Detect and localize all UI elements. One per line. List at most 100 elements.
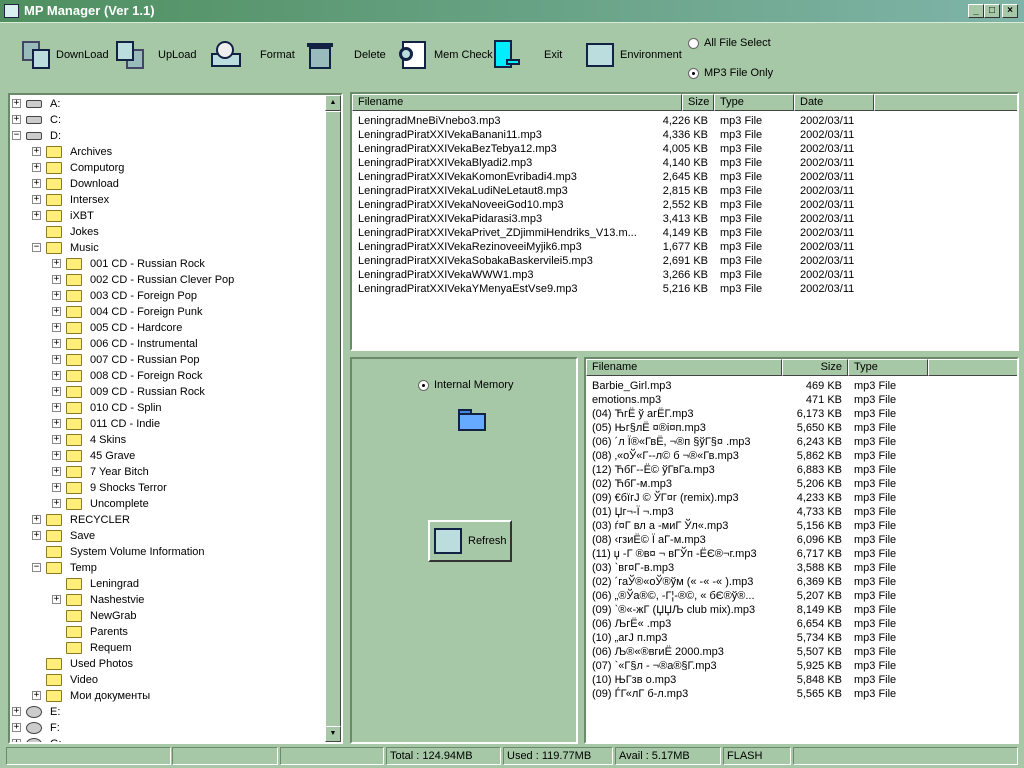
environment-button[interactable]: Environment: [584, 37, 682, 73]
tree-item[interactable]: +005 CD - Hardcore: [10, 320, 325, 336]
expand-icon[interactable]: +: [52, 403, 61, 412]
pc-file-list[interactable]: Filename Size Type Date LeningradMneBiVn…: [350, 92, 1019, 351]
tree-item[interactable]: NewGrab: [10, 608, 325, 624]
expand-icon[interactable]: +: [52, 259, 61, 268]
header-type[interactable]: Type: [848, 359, 928, 376]
file-row[interactable]: (08) ‹гзиЁ© Ї аГ-м.mp3 6,096 KB mp3 File: [586, 533, 1016, 547]
file-row[interactable]: (12) ЋбГ--Ё© ўГвГа.mp3 6,883 KB mp3 File: [586, 463, 1016, 477]
file-row[interactable]: LeningradPiratXXIVekaBezTebya12.mp3 4,005…: [352, 142, 1012, 156]
download-button[interactable]: DownLoad: [20, 37, 109, 73]
file-row[interactable]: (07) `«Г§л - ¬®а®§Г.mp3 5,925 KB mp3 File: [586, 659, 1016, 673]
exit-button[interactable]: Exit: [492, 37, 562, 73]
file-row[interactable]: (06) „®Ўа®©, -Г¦-®©, « бЄ®ў®... 5,207 KB m…: [586, 589, 1016, 603]
file-row[interactable]: LeningradPiratXXIVekaPidarasi3.mp3 3,413 …: [352, 212, 1012, 226]
mp3-file-only-radio[interactable]: MP3 File Only: [688, 67, 773, 79]
tree-item[interactable]: +006 CD - Instrumental: [10, 336, 325, 352]
expand-icon[interactable]: +: [12, 99, 21, 108]
file-row[interactable]: (01) Џг¬-Ї ¬.mp3 4,733 KB mp3 File: [586, 505, 1016, 519]
tree-item[interactable]: + G:: [10, 736, 325, 742]
file-row[interactable]: LeningradPiratXXIVekaYMenyaEstVse9.mp3 5,…: [352, 282, 1012, 296]
file-row[interactable]: (05) Њг§лЁ ¤®і¤п.mp3 5,650 KB mp3 File: [586, 421, 1016, 435]
expand-icon[interactable]: +: [52, 355, 61, 364]
tree-item[interactable]: + Мои документы: [10, 688, 325, 704]
expand-icon[interactable]: +: [52, 451, 61, 460]
upload-button[interactable]: UpLoad: [114, 37, 197, 73]
expand-icon[interactable]: +: [32, 515, 41, 524]
tree-item[interactable]: + iXBT: [10, 208, 325, 224]
tree-item[interactable]: + Intersex: [10, 192, 325, 208]
file-row[interactable]: LeningradPiratXXIVekaLudiNeLetaut8.mp3 2,…: [352, 184, 1012, 198]
format-button[interactable]: Format: [210, 37, 295, 73]
file-row[interactable]: LeningradPiratXXIVekaWWW1.mp3 3,266 KB mp3…: [352, 268, 1012, 282]
file-row[interactable]: (03) ѓ¤Г вл а -миГ Ўл«.mp3 5,156 KB mp3 Fi…: [586, 519, 1016, 533]
file-row[interactable]: (09) ЃГ«лГ б-л.mp3 5,565 KB mp3 File: [586, 687, 1016, 701]
header-date[interactable]: Date: [794, 94, 874, 111]
tree-item[interactable]: − Temp: [10, 560, 325, 576]
folder-tree[interactable]: + A: + C: − D: + Archives + Computorg + Download + In…: [8, 93, 343, 744]
tree-item[interactable]: + Download: [10, 176, 325, 192]
file-row[interactable]: LeningradPiratXXIVekaKomonEvribadi4.mp3 2…: [352, 170, 1012, 184]
expand-icon[interactable]: +: [52, 595, 61, 604]
tree-item[interactable]: +008 CD - Foreign Rock: [10, 368, 325, 384]
scroll-up-button[interactable]: ▲: [325, 95, 341, 111]
file-row[interactable]: (10) ЊГзв о.mp3 5,848 KB mp3 File: [586, 673, 1016, 687]
tree-item[interactable]: + Save: [10, 528, 325, 544]
file-row[interactable]: (11) џ -Г ®в¤ ¬ вГЎп -ЁЄ®¬г.mp3 6,717 KB m…: [586, 547, 1016, 561]
expand-icon[interactable]: +: [12, 707, 21, 716]
tree-item[interactable]: Requem: [10, 640, 325, 656]
scroll-down-button[interactable]: ▼: [325, 726, 341, 742]
tree-item[interactable]: Jokes: [10, 224, 325, 240]
tree-item[interactable]: +010 CD - Splin: [10, 400, 325, 416]
close-button[interactable]: ×: [1002, 4, 1018, 18]
file-row[interactable]: LeningradPiratXXIVekaNoveeiGod10.mp3 2,55…: [352, 198, 1012, 212]
tree-item[interactable]: System Volume Information: [10, 544, 325, 560]
expand-icon[interactable]: +: [52, 307, 61, 316]
file-row[interactable]: (02) ´гаЎ®«оЎ®ўм (« -« -« ).mp3 6,369 KB m…: [586, 575, 1016, 589]
header-type[interactable]: Type: [714, 94, 794, 111]
file-row[interactable]: (09) `®«-жГ (ЏЏЉ club mix).mp3 8,149 KB mp…: [586, 603, 1016, 617]
tree-item[interactable]: + C:: [10, 112, 325, 128]
expand-icon[interactable]: +: [32, 691, 41, 700]
tree-item[interactable]: +003 CD - Foreign Pop: [10, 288, 325, 304]
expand-icon[interactable]: +: [32, 163, 41, 172]
file-row[interactable]: LeningradMneBiVnebo3.mp3 4,226 KB mp3 File…: [352, 114, 1012, 128]
tree-item[interactable]: − Music: [10, 240, 325, 256]
file-row[interactable]: LeningradPiratXXIVekaSobakaBaskervilei5.…: [352, 254, 1012, 268]
collapse-icon[interactable]: −: [12, 131, 21, 140]
expand-icon[interactable]: +: [52, 323, 61, 332]
tree-item[interactable]: + Archives: [10, 144, 325, 160]
internal-memory-radio[interactable]: Internal Memory: [418, 379, 513, 391]
file-row[interactable]: (10) „агЈ п.mp3 5,734 KB mp3 File: [586, 631, 1016, 645]
file-row[interactable]: LeningradPiratXXIVekaRezinoveeiMyjik6.mp…: [352, 240, 1012, 254]
tree-item[interactable]: + Nashestvie: [10, 592, 325, 608]
tree-item[interactable]: Video: [10, 672, 325, 688]
expand-icon[interactable]: +: [32, 211, 41, 220]
tree-item[interactable]: +011 CD - Indie: [10, 416, 325, 432]
expand-icon[interactable]: +: [32, 531, 41, 540]
expand-icon[interactable]: +: [52, 339, 61, 348]
file-row[interactable]: (06) ЉгЁ« .mp3 6,654 KB mp3 File: [586, 617, 1016, 631]
file-row[interactable]: Barbie_Girl.mp3 469 KB mp3 File: [586, 379, 1016, 393]
delete-button[interactable]: Delete: [304, 37, 386, 73]
header-filename[interactable]: Filename: [586, 359, 782, 376]
tree-item[interactable]: +45 Grave: [10, 448, 325, 464]
tree-item[interactable]: + RECYCLER: [10, 512, 325, 528]
expand-icon[interactable]: +: [52, 483, 61, 492]
expand-icon[interactable]: +: [52, 435, 61, 444]
tree-item[interactable]: Parents: [10, 624, 325, 640]
header-size[interactable]: Size: [782, 359, 848, 376]
tree-item[interactable]: +7 Year Bitch: [10, 464, 325, 480]
expand-icon[interactable]: +: [12, 723, 21, 732]
tree-item[interactable]: +007 CD - Russian Pop: [10, 352, 325, 368]
tree-item[interactable]: + E:: [10, 704, 325, 720]
expand-icon[interactable]: +: [32, 147, 41, 156]
tree-item[interactable]: + Computorg: [10, 160, 325, 176]
file-row[interactable]: LeningradPiratXXIVekaPrivet_ZDjimmiHendr…: [352, 226, 1012, 240]
tree-item[interactable]: +4 Skins: [10, 432, 325, 448]
file-row[interactable]: (09) €бїгЈ © ЎГ¤г (remix).mp3 4,233 KB mp3…: [586, 491, 1016, 505]
mem-check-button[interactable]: Mem Check: [398, 37, 493, 73]
tree-item[interactable]: − D:: [10, 128, 325, 144]
file-row[interactable]: (08) ‚«оЎ«Г--л© б ¬®«Гв.mp3 5,862 KB mp3 F…: [586, 449, 1016, 463]
file-row[interactable]: (04) ЋгЁ ў агЁГ.mp3 6,173 KB mp3 File: [586, 407, 1016, 421]
header-filename[interactable]: Filename: [352, 94, 682, 111]
